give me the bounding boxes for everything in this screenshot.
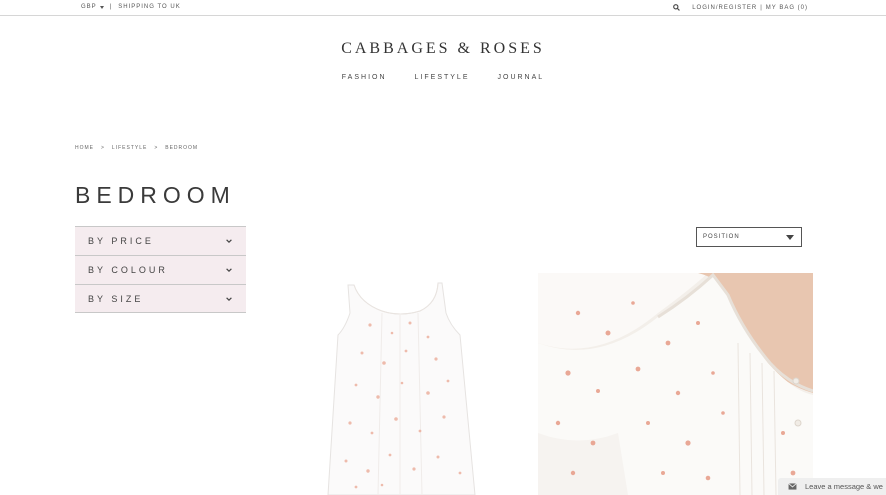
product-card-blouse[interactable] — [538, 273, 813, 495]
page-title: BEDROOM — [75, 182, 236, 208]
breadcrumb-separator: > — [101, 145, 105, 151]
chevron-down-icon — [226, 268, 232, 273]
filter-panel: BY PRICE BY COLOUR BY SIZE — [75, 226, 246, 313]
chat-label: Leave a message & we — [805, 482, 883, 491]
shipping-link[interactable]: SHIPPING TO UK — [118, 4, 180, 10]
currency-label: GBP — [81, 4, 97, 10]
filter-by-price[interactable]: BY PRICE — [75, 226, 246, 255]
breadcrumb-lifestyle[interactable]: LIFESTYLE — [112, 145, 147, 151]
main-nav: FASHION LIFESTYLE JOURNAL — [0, 74, 886, 81]
mail-icon — [788, 483, 797, 490]
caret-down-icon — [99, 5, 104, 9]
breadcrumb-bedroom: BEDROOM — [165, 145, 199, 151]
chevron-down-icon — [226, 239, 232, 244]
filter-by-size[interactable]: BY SIZE — [75, 284, 246, 313]
sort-select[interactable]: POSITION — [696, 227, 802, 247]
nav-item-journal[interactable]: JOURNAL — [498, 74, 545, 81]
login-register-link[interactable]: LOGIN/REGISTER — [692, 5, 757, 11]
breadcrumb-separator: > — [154, 145, 159, 151]
brand-logo[interactable]: CABBAGES & ROSES — [0, 40, 886, 58]
currency-selector[interactable]: GBP — [81, 4, 108, 10]
chat-widget[interactable]: Leave a message & we — [778, 478, 886, 495]
filter-by-colour[interactable]: BY COLOUR — [75, 255, 246, 284]
product-card-nightdress[interactable] — [260, 273, 535, 495]
breadcrumb: HOME > LIFESTYLE > BEDROOM — [75, 145, 198, 151]
product-image-nightdress[interactable] — [260, 273, 535, 495]
top-bar-left: GBP | SHIPPING TO UK — [81, 4, 181, 10]
nav-item-fashion[interactable]: FASHION — [342, 74, 387, 81]
filter-label: BY PRICE — [88, 236, 154, 246]
top-bar: GBP | SHIPPING TO UK LOGIN/REGISTER | MY… — [0, 0, 886, 16]
separator: | — [109, 4, 113, 10]
separator: | — [760, 4, 763, 11]
sort-selected-value: POSITION — [703, 234, 740, 240]
nav-item-lifestyle[interactable]: LIFESTYLE — [415, 74, 470, 81]
product-image-blouse[interactable] — [538, 273, 813, 495]
breadcrumb-home[interactable]: HOME — [75, 145, 94, 151]
search-icon[interactable] — [673, 4, 681, 11]
filter-label: BY COLOUR — [88, 265, 168, 275]
caret-down-icon — [786, 234, 794, 240]
filter-label: BY SIZE — [88, 293, 144, 304]
chevron-down-icon — [226, 296, 232, 301]
top-bar-right: LOGIN/REGISTER | MY BAG (0) — [673, 4, 808, 11]
my-bag-link[interactable]: MY BAG (0) — [766, 5, 808, 11]
